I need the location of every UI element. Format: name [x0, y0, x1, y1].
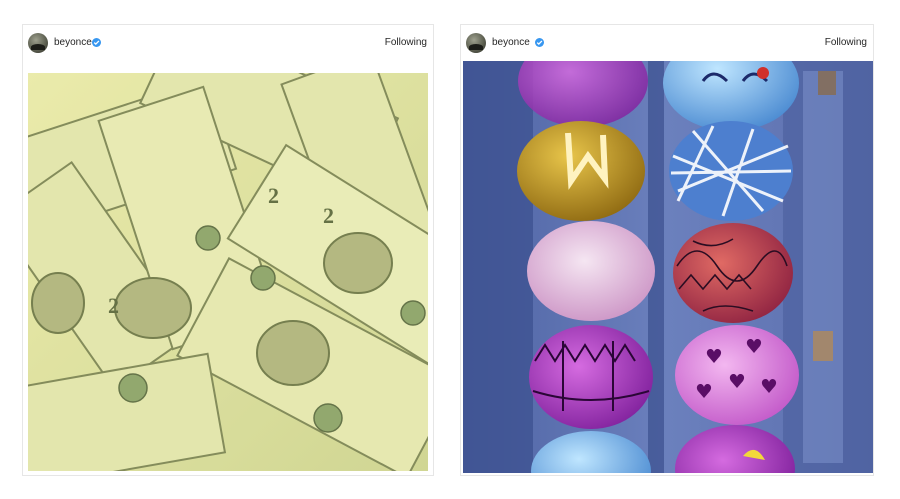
instagram-post-card: beyonce Following — [460, 24, 874, 476]
username-link[interactable]: beyonce — [54, 37, 92, 48]
following-button[interactable]: Following — [825, 37, 867, 48]
post-header: beyonce Following — [461, 25, 873, 65]
instagram-post-card: beyonce Following — [22, 24, 434, 476]
easter-eggs-photo[interactable] — [463, 61, 873, 473]
post-header: beyonce Following — [23, 25, 433, 65]
avatar[interactable] — [28, 33, 48, 53]
money-bills-photo[interactable]: 2 2 2 — [28, 73, 428, 471]
avatar[interactable] — [466, 33, 486, 53]
verified-badge-icon — [535, 38, 544, 47]
following-button[interactable]: Following — [385, 37, 427, 48]
verified-badge-icon — [92, 38, 101, 47]
username-link[interactable]: beyonce — [492, 37, 530, 48]
